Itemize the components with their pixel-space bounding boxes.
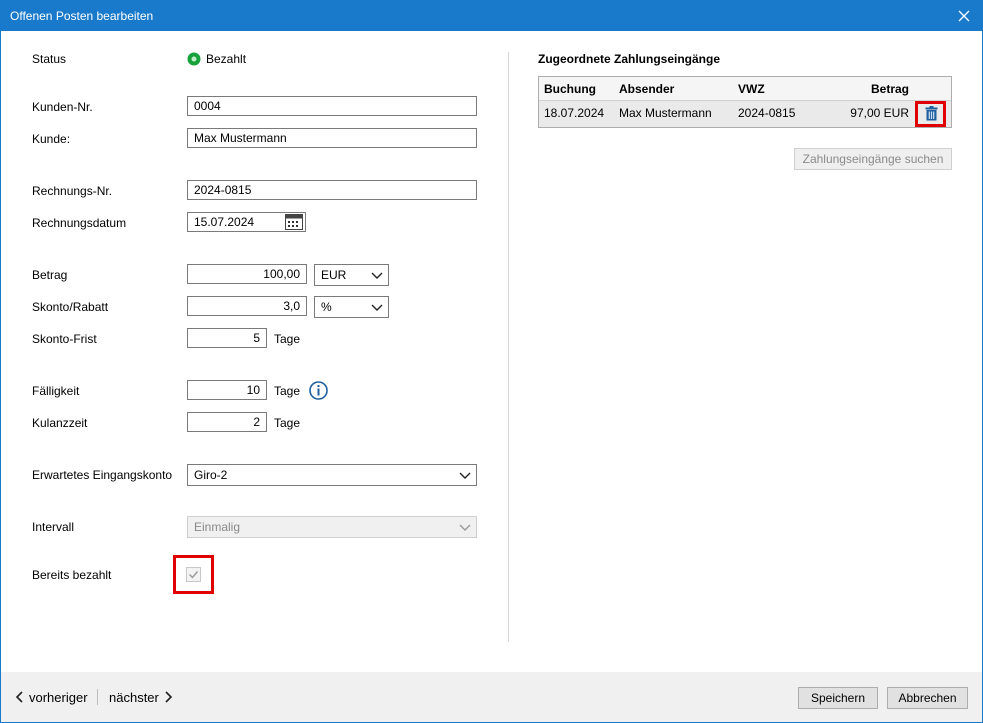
chevron-left-icon [15, 691, 23, 703]
skonto-unit-value: % [321, 300, 332, 314]
bereits-bezahlt-label: Bereits bezahlt [32, 568, 112, 582]
payments-title: Zugeordnete Zahlungseingänge [538, 52, 721, 66]
skonto-label: Skonto/Rabatt [32, 300, 109, 314]
kulanzzeit-input[interactable]: 2 [187, 412, 267, 432]
betrag-input[interactable]: 100,00 [187, 264, 307, 284]
close-button[interactable] [946, 1, 982, 31]
table-header: Buchung Absender VWZ Betrag [539, 77, 951, 101]
cell-absender: Max Mustermann [619, 106, 712, 120]
nav-separator [97, 689, 98, 705]
intervall-select[interactable]: Einmalig [187, 516, 477, 538]
window-title: Offenen Posten bearbeiten [10, 9, 154, 23]
skonto-frist-unit: Tage [274, 332, 301, 346]
table-row[interactable]: 18.07.2024 Max Mustermann 2024-0815 97,0… [539, 101, 951, 127]
previous-label: vorheriger [29, 689, 88, 705]
checkbox-highlight-box [173, 555, 214, 594]
column-header-absender[interactable]: Absender [619, 82, 674, 96]
intervall-label: Intervall [32, 520, 75, 534]
next-button[interactable]: nächster [109, 689, 173, 705]
currency-select[interactable]: EUR [314, 264, 389, 286]
faelligkeit-label: Fälligkeit [32, 384, 80, 398]
kunden-nr-input[interactable]: 0004 [187, 96, 477, 116]
rechnungsdatum-label: Rechnungsdatum [32, 216, 127, 230]
chevron-down-icon [371, 272, 383, 279]
status-dot-icon [187, 52, 201, 66]
cancel-button[interactable]: Abbrechen [887, 687, 968, 709]
betrag-label: Betrag [32, 268, 68, 282]
kunden-nr-label: Kunden-Nr. [32, 100, 93, 114]
save-button[interactable]: Speichern [798, 687, 878, 709]
column-header-vwz[interactable]: VWZ [738, 82, 765, 96]
status-value: Bezahlt [206, 52, 247, 66]
footer-bar: vorheriger nächster Speichern Abbrechen [1, 672, 982, 722]
faelligkeit-input[interactable]: 10 [187, 380, 267, 400]
next-label: nächster [109, 689, 159, 705]
column-header-betrag[interactable]: Betrag [869, 82, 909, 96]
currency-value: EUR [321, 268, 347, 282]
skonto-input[interactable]: 3,0 [187, 296, 307, 316]
previous-button[interactable]: vorheriger [15, 689, 88, 705]
eingangskonto-select[interactable]: Giro-2 [187, 464, 477, 486]
kulanzzeit-label: Kulanzzeit [32, 416, 88, 430]
intervall-value: Einmalig [194, 520, 241, 534]
faelligkeit-unit: Tage [274, 384, 301, 398]
chevron-down-icon [459, 472, 471, 479]
cell-vwz: 2024-0815 [738, 106, 796, 120]
skonto-frist-label: Skonto-Frist [32, 332, 97, 346]
delete-highlight-box [915, 101, 946, 127]
payments-table: Buchung Absender VWZ Betrag 18.07.2024 M… [538, 76, 952, 128]
title-bar: Offenen Posten bearbeiten [1, 1, 982, 31]
calendar-icon[interactable] [285, 214, 303, 230]
eingangskonto-label: Erwartetes Eingangskonto [32, 468, 173, 482]
kulanzzeit-unit: Tage [274, 416, 301, 430]
search-payments-button[interactable]: Zahlungseingänge suchen [794, 148, 952, 170]
info-icon[interactable] [309, 381, 328, 400]
cell-betrag: 97,00 EUR [850, 106, 909, 120]
chevron-right-icon [165, 691, 173, 703]
skonto-unit-select[interactable]: % [314, 296, 389, 318]
rechnungs-nr-input[interactable]: 2024-0815 [187, 180, 477, 200]
rechnungs-nr-label: Rechnungs-Nr. [32, 184, 113, 198]
eingangskonto-value: Giro-2 [194, 468, 228, 482]
status-label: Status [32, 52, 67, 66]
column-header-buchung[interactable]: Buchung [544, 82, 596, 96]
close-icon [958, 10, 970, 22]
chevron-down-icon [459, 524, 471, 531]
kunde-input[interactable]: Max Mustermann [187, 128, 477, 148]
kunde-label: Kunde: [32, 132, 71, 146]
dialog-window: Offenen Posten bearbeiten Status Bezahlt… [0, 0, 983, 723]
chevron-down-icon [371, 304, 383, 311]
rechnungsdatum-value: 15.07.2024 [194, 215, 255, 229]
vertical-divider [508, 52, 509, 642]
cell-buchung: 18.07.2024 [544, 106, 605, 120]
skonto-frist-input[interactable]: 5 [187, 328, 267, 348]
